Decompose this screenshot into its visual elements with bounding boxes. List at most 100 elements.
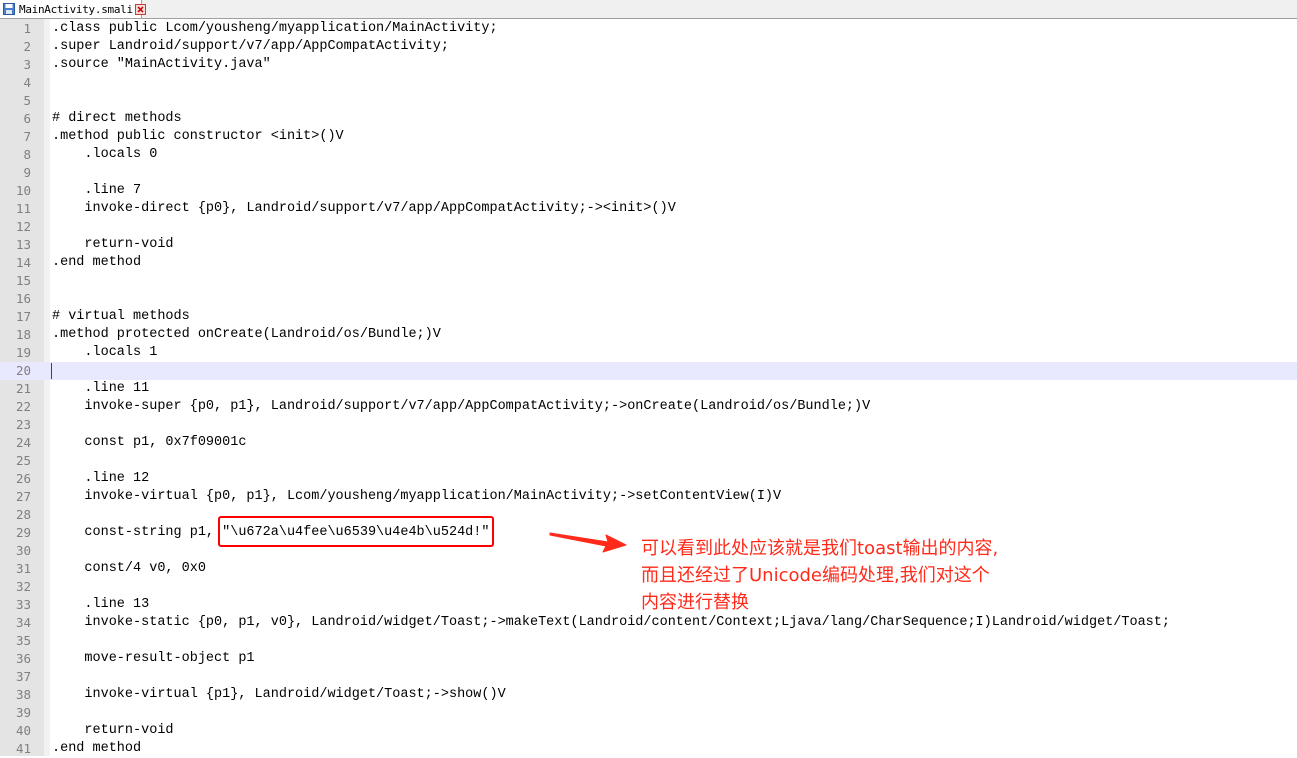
code-line[interactable]: 10 .line 7 (0, 182, 1297, 200)
code-line[interactable]: 35 (0, 632, 1297, 650)
line-number: 20 (15, 363, 31, 378)
line-number: 37 (15, 669, 31, 684)
code-text: .line 13 (52, 597, 150, 612)
code-line[interactable]: 22 invoke-super {p0, p1}, Landroid/suppo… (0, 398, 1297, 416)
code-line[interactable]: 16 (0, 290, 1297, 308)
code-text: .method protected onCreate(Landroid/os/B… (52, 327, 441, 342)
code-line[interactable]: 5 (0, 92, 1297, 110)
line-number: 21 (15, 381, 31, 396)
code-text: invoke-virtual {p0, p1}, Lcom/yousheng/m… (52, 489, 782, 504)
line-number: 32 (15, 579, 31, 594)
code-text: const/4 v0, 0x0 (52, 561, 206, 576)
code-text: move-result-object p1 (52, 651, 255, 666)
code-line[interactable]: 24 const p1, 0x7f09001c (0, 434, 1297, 452)
code-line[interactable]: 21 .line 11 (0, 380, 1297, 398)
line-number: 12 (15, 219, 31, 234)
tab-label: MainActivity.smali (19, 2, 133, 16)
code-line[interactable]: 4 (0, 74, 1297, 92)
code-text: const p1, 0x7f09001c (52, 435, 247, 450)
code-line[interactable]: 13 return-void (0, 236, 1297, 254)
code-line[interactable]: 12 (0, 218, 1297, 236)
code-line[interactable]: 23 (0, 416, 1297, 434)
highlight-box (218, 516, 494, 547)
code-text: .end method (52, 255, 142, 270)
code-line[interactable]: 14 .end method (0, 254, 1297, 272)
code-line[interactable]: 19 .locals 1 (0, 344, 1297, 362)
code-line[interactable]: 20 (0, 362, 1297, 380)
code-text: invoke-super {p0, p1}, Landroid/support/… (52, 399, 871, 414)
line-number: 18 (15, 327, 31, 342)
line-number: 35 (15, 633, 31, 648)
line-number: 41 (15, 741, 31, 756)
line-number: 9 (23, 165, 31, 180)
code-line[interactable]: 26 .line 12 (0, 470, 1297, 488)
line-number: 11 (15, 201, 31, 216)
line-number: 3 (23, 57, 31, 72)
code-line[interactable]: 2 .super Landroid/support/v7/app/AppCompa… (0, 38, 1297, 56)
code-line[interactable]: 28 (0, 506, 1297, 524)
line-number: 29 (15, 525, 31, 540)
code-line[interactable]: 11 invoke-direct {p0}, Landroid/support/… (0, 200, 1297, 218)
code-line[interactable]: 38 invoke-virtual {p1}, Landroid/widget/… (0, 686, 1297, 704)
code-text: .line 11 (52, 381, 150, 396)
code-line[interactable]: 7 .method public constructor <init>()V (0, 128, 1297, 146)
line-number: 15 (15, 273, 31, 288)
line-number: 24 (15, 435, 31, 450)
code-line[interactable]: 6 # direct methods (0, 110, 1297, 128)
code-text: .locals 1 (52, 345, 158, 360)
code-line[interactable]: 1 .class public Lcom/yousheng/myapplicati… (0, 20, 1297, 38)
line-number: 26 (15, 471, 31, 486)
annotation-line: 而且还经过了Unicode编码处理,我们对这个 (641, 565, 990, 586)
line-number: 28 (15, 507, 31, 522)
line-number: 39 (15, 705, 31, 720)
code-text: .super Landroid/support/v7/app/AppCompat… (52, 39, 449, 54)
code-line[interactable]: 17 # virtual methods (0, 308, 1297, 326)
code-editor[interactable]: 1 .class public Lcom/yousheng/myapplicati… (0, 19, 1297, 756)
code-line[interactable]: 34 invoke-static {p0, p1, v0}, Landroid/… (0, 614, 1297, 632)
text-caret (51, 363, 52, 379)
code-line[interactable]: 39 (0, 704, 1297, 722)
line-number: 2 (23, 39, 31, 54)
code-line[interactable]: 8 .locals 0 (0, 146, 1297, 164)
code-line[interactable]: 41 .end method (0, 740, 1297, 758)
code-line[interactable]: 36 move-result-object p1 (0, 650, 1297, 668)
line-number: 40 (15, 723, 31, 738)
line-number: 13 (15, 237, 31, 252)
line-number: 6 (23, 111, 31, 126)
code-line[interactable]: 3 .source "MainActivity.java" (0, 56, 1297, 74)
code-line[interactable]: 37 (0, 668, 1297, 686)
code-text: invoke-direct {p0}, Landroid/support/v7/… (52, 201, 676, 216)
line-number: 4 (23, 75, 31, 90)
line-number: 16 (15, 291, 31, 306)
code-text: .method public constructor <init>()V (52, 129, 344, 144)
code-line[interactable]: 18 .method protected onCreate(Landroid/os… (0, 326, 1297, 344)
line-number: 38 (15, 687, 31, 702)
code-text: .locals 0 (52, 147, 158, 162)
close-icon[interactable] (134, 3, 146, 15)
line-number: 7 (23, 129, 31, 144)
code-line[interactable]: 25 (0, 452, 1297, 470)
line-number: 10 (15, 183, 31, 198)
tab-mainactivity-smali[interactable]: MainActivity.smali (0, 0, 146, 18)
code-line[interactable]: 40 return-void (0, 722, 1297, 740)
code-line[interactable]: 9 (0, 164, 1297, 182)
line-number: 33 (15, 597, 31, 612)
code-text: return-void (52, 237, 174, 252)
code-text: return-void (52, 723, 174, 738)
line-number: 30 (15, 543, 31, 558)
arrow-icon (549, 532, 627, 553)
annotation-line: 可以看到此处应该就是我们toast输出的内容, (641, 538, 999, 559)
code-text: .line 7 (52, 183, 142, 198)
line-number: 8 (23, 147, 31, 162)
line-number: 23 (15, 417, 31, 432)
line-number: 36 (15, 651, 31, 666)
line-number: 31 (15, 561, 31, 576)
code-line[interactable]: 27 invoke-virtual {p0, p1}, Lcom/youshen… (0, 488, 1297, 506)
code-text: .class public Lcom/yousheng/myapplicatio… (52, 21, 498, 36)
annotation-line: 内容进行替换 (641, 592, 749, 613)
code-line[interactable]: 15 (0, 272, 1297, 290)
annotation-text: 可以看到此处应该就是我们toast输出的内容, 而且还经过了Unicode编码处理… (641, 535, 1101, 616)
line-number: 1 (23, 21, 31, 36)
line-number: 14 (15, 255, 31, 270)
line-number: 25 (15, 453, 31, 468)
